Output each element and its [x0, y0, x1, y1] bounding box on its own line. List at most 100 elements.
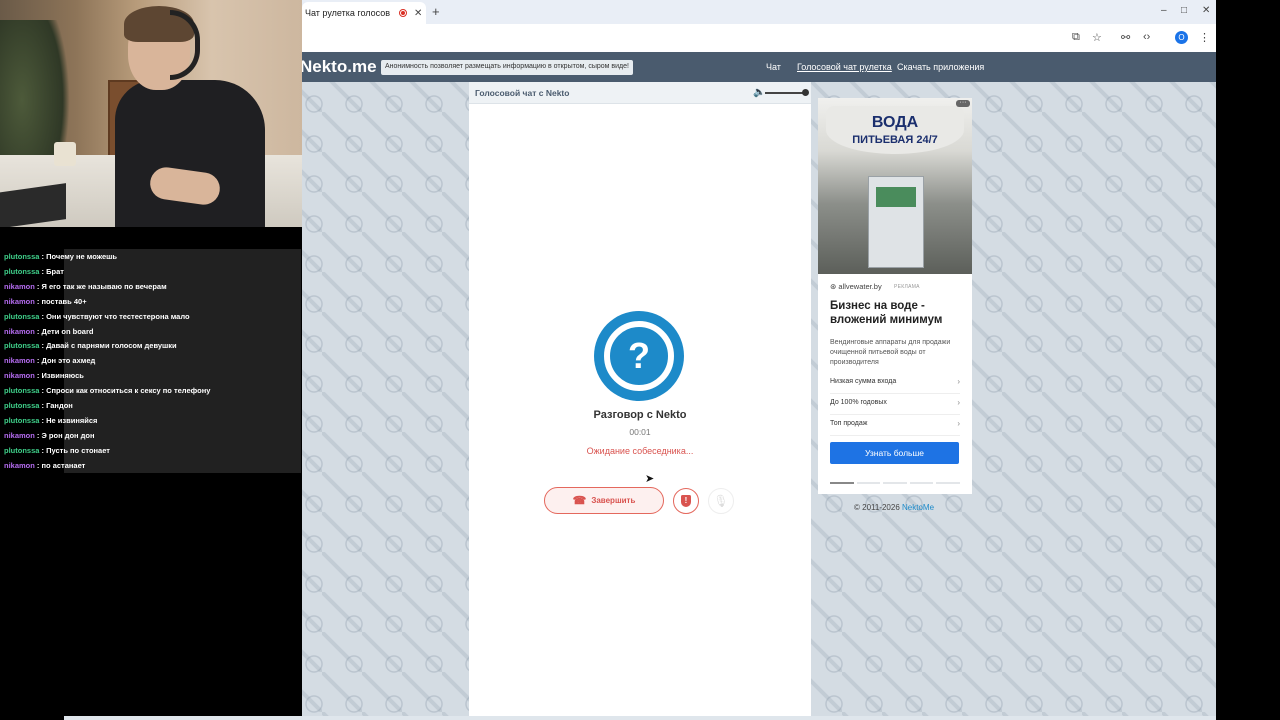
chat-username: nikamon	[4, 460, 35, 470]
link-icon[interactable]: ⚯	[1121, 31, 1130, 44]
chat-message: nikamon : по астанает	[0, 459, 301, 473]
voice-chat-card: Голосовой чат с Nekto 🔈 ? Разговор с Nek…	[469, 82, 811, 720]
screen: Чат рулетка голосов ✕ + – □ ✕ ⧉ ☆ ⚯ ‹› O…	[0, 0, 1280, 720]
chat-username: nikamon	[4, 296, 35, 306]
chat-separator: :	[34, 430, 42, 440]
chat-text: Дон это ахмед	[41, 356, 96, 366]
chat-message: nikamon : поставь 40+	[0, 295, 301, 309]
call-timer: 00:01	[629, 427, 651, 437]
chat-text: Я его так же называю по вечерам	[41, 281, 167, 291]
webcam-overlay	[0, 0, 302, 227]
tab-bar: Чат рулетка голосов ✕ + – □ ✕	[302, 0, 1216, 24]
browser-toolbar: ⧉ ☆ ⚯ ‹› O ⋮	[302, 24, 1216, 52]
advertisement[interactable]: ВОДА ПИТЬЕВАЯ 24/7 ··· ⊛ allvewater.by Р…	[818, 98, 972, 494]
chat-username: plutonssa	[4, 401, 40, 410]
chat-text: Почему не можешь	[46, 252, 117, 261]
conversation-title: Разговор с Nekto	[593, 409, 687, 421]
card-header: Голосовой чат с Nekto 🔈	[469, 82, 811, 104]
chat-separator: :	[34, 460, 42, 470]
chat-message: plutonssa : Давай с парнями голосом деву…	[0, 339, 301, 353]
copyright-link[interactable]: NektoMe	[902, 503, 934, 512]
ad-image-subtitle: ПИТЬЕВАЯ 24/7	[852, 134, 938, 146]
chat-separator: :	[34, 326, 42, 336]
nav-download-apps[interactable]: Скачать приложения	[897, 62, 984, 72]
chat-text: Пусть по стонает	[46, 445, 110, 455]
webcam-mug	[54, 142, 76, 166]
profile-avatar[interactable]: O	[1175, 31, 1188, 44]
volume-slider-handle[interactable]	[802, 89, 809, 96]
page-bottom-edge	[64, 716, 1216, 720]
bookmark-star-icon[interactable]: ☆	[1092, 31, 1102, 44]
microphone-icon: 🎙	[713, 494, 729, 508]
site-logo[interactable]: Nekto.me	[300, 57, 377, 77]
ad-source[interactable]: ⊛ allvewater.by	[830, 282, 882, 291]
tab-title: Чат рулетка голосов	[305, 8, 390, 18]
nav-chat[interactable]: Чат	[766, 62, 781, 72]
ad-row[interactable]: Низкая сумма входа ›	[830, 374, 960, 394]
ad-carousel-indicator	[830, 482, 960, 484]
ad-image[interactable]: ВОДА ПИТЬЕВАЯ 24/7	[818, 98, 972, 274]
end-call-button[interactable]: ☎ Завершить	[544, 487, 664, 514]
chat-username: nikamon	[4, 281, 35, 291]
chat-message: plutonssa : Пусть по стонает	[0, 444, 301, 458]
chevron-right-icon: ›	[957, 419, 960, 428]
code-icon[interactable]: ‹›	[1143, 31, 1150, 43]
chat-username: plutonssa	[4, 386, 40, 396]
chat-text: Спроси как относиться к сексу по телефон…	[46, 386, 211, 396]
copyright-text: © 2011-2026	[854, 503, 903, 512]
chat-message: plutonssa : Почему не можешь	[0, 250, 301, 264]
chat-separator: :	[34, 371, 42, 381]
chat-username: plutonssa	[4, 311, 40, 321]
ad-cta-button[interactable]: Узнать больше	[830, 442, 959, 464]
chat-message: nikamon : Извиняюсь	[0, 369, 301, 383]
install-app-icon[interactable]: ⧉	[1072, 31, 1080, 44]
chat-text: Они чувствуют что тестестерона мало	[46, 311, 190, 321]
maximize-button[interactable]: □	[1181, 5, 1187, 16]
chat-text: Брат	[46, 266, 64, 276]
chat-message: nikamon : Дон это ахмед	[0, 354, 301, 368]
ad-options-icon[interactable]: ···	[956, 99, 970, 107]
page-content: Nekto.me Анонимность позволяет размещать…	[300, 52, 1216, 720]
chat-username: nikamon	[4, 430, 35, 440]
chat-text: Давай с парнями голосом девушки	[46, 341, 177, 351]
chat-message: nikamon : Я его так же называю по вечера…	[0, 280, 301, 294]
new-tab-button[interactable]: +	[432, 4, 440, 19]
chat-username: plutonssa	[4, 266, 40, 276]
chat-text: Э рон дон дон	[41, 430, 95, 440]
chat-text: Гандон	[46, 401, 73, 410]
microphone-button[interactable]: 🎙	[708, 488, 734, 514]
chat-message: nikamon : Дети on board	[0, 325, 301, 339]
chat-username: nikamon	[4, 356, 35, 366]
ad-image-vending-machine	[868, 176, 924, 268]
webcam-person-body	[115, 80, 265, 227]
browser-window: Чат рулетка голосов ✕ + – □ ✕ ⧉ ☆ ⚯ ‹› O…	[300, 0, 1216, 720]
chat-text: Извиняюсь	[41, 371, 84, 381]
menu-dots-icon[interactable]: ⋮	[1199, 31, 1210, 44]
tab-active[interactable]: Чат рулетка голосов ✕	[302, 2, 426, 24]
ad-headline[interactable]: Бизнес на воде - вложений минимум	[830, 299, 965, 327]
ad-row-label: До 100% годовых	[830, 399, 887, 406]
close-window-button[interactable]: ✕	[1202, 5, 1210, 16]
volume-slider[interactable]	[765, 92, 805, 94]
ad-row[interactable]: До 100% годовых ›	[830, 395, 960, 415]
ad-row[interactable]: Топ продаж ›	[830, 416, 960, 436]
minimize-button[interactable]: –	[1161, 5, 1167, 16]
report-button[interactable]: !	[673, 488, 699, 514]
address-bar[interactable]	[302, 28, 1062, 48]
volume-icon[interactable]: 🔈	[753, 87, 765, 98]
recording-icon	[399, 9, 407, 17]
ad-row-label: Топ продаж	[830, 420, 868, 427]
ad-source-domain: allvewater.by	[838, 282, 882, 291]
chat-text: по астанает	[41, 460, 86, 470]
copyright: © 2011-2026 NektoMe	[854, 503, 934, 512]
nav-voice-chat[interactable]: Голосовой чат рулетка	[797, 62, 892, 72]
close-tab-icon[interactable]: ✕	[414, 8, 422, 19]
ad-image-panel	[876, 187, 916, 207]
mouse-cursor-icon: ➤	[645, 473, 655, 485]
chat-username: nikamon	[4, 371, 35, 381]
chat-separator: :	[34, 281, 42, 291]
chat-separator: :	[34, 296, 42, 306]
chat-message: plutonssa : Спроси как относиться к секс…	[0, 384, 301, 398]
stream-chat-overlay: plutonssa : Почему не можешь plutonssa : …	[0, 249, 301, 473]
chevron-right-icon: ›	[957, 377, 960, 386]
